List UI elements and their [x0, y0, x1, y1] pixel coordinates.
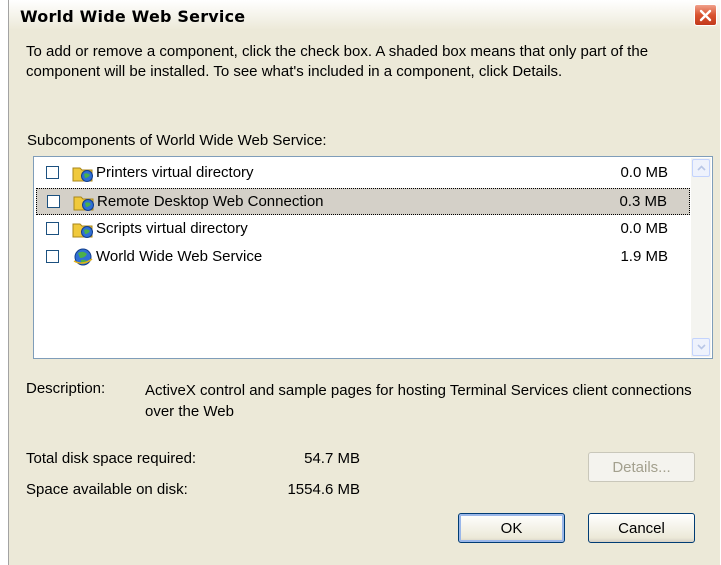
component-size: 0.0 MB: [620, 164, 668, 181]
component-checkbox[interactable]: [47, 195, 60, 208]
close-button[interactable]: [694, 4, 717, 26]
close-icon: [699, 9, 712, 21]
details-button[interactable]: Details...: [588, 452, 695, 482]
list-item[interactable]: Scripts virtual directory 0.0 MB: [36, 216, 690, 243]
folder-globe-icon: [73, 196, 94, 211]
chevron-up-icon: [696, 165, 706, 171]
folder-globe-icon: [72, 167, 93, 182]
list-item[interactable]: Printers virtual directory 0.0 MB: [36, 160, 690, 187]
folder-globe-icon: [72, 223, 93, 238]
component-label: Printers virtual directory: [96, 164, 254, 181]
component-checkbox[interactable]: [46, 250, 59, 263]
ok-button[interactable]: OK: [458, 513, 565, 543]
cancel-button[interactable]: Cancel: [588, 513, 695, 543]
globe-icon: [73, 248, 93, 266]
component-label: World Wide Web Service: [96, 248, 263, 265]
component-checkbox[interactable]: [46, 222, 59, 235]
list-item-selected[interactable]: Remote Desktop Web Connection 0.3 MB: [36, 188, 690, 215]
list-scrollbar[interactable]: [691, 158, 711, 357]
component-size: 0.0 MB: [620, 220, 668, 237]
scroll-up-button[interactable]: [692, 159, 710, 177]
required-space-label: Total disk space required:: [26, 450, 197, 467]
list-item[interactable]: World Wide Web Service 1.9 MB: [36, 244, 690, 271]
instructions-text: To add or remove a component, click the …: [26, 43, 649, 80]
window-title: World Wide Web Service: [20, 7, 246, 26]
description-label: Description:: [26, 380, 106, 397]
available-space-label: Space available on disk:: [26, 481, 188, 498]
component-label: Scripts virtual directory: [96, 220, 248, 237]
title-bar: World Wide Web Service: [9, 0, 720, 30]
subcomponents-label: Subcomponents of World Wide Web Service:: [27, 132, 327, 149]
dialog-window: World Wide Web Service To add or remove …: [8, 0, 720, 565]
component-size: 1.9 MB: [620, 248, 668, 265]
description-text: ActiveX control and sample pages for hos…: [145, 382, 692, 420]
chevron-down-icon: [696, 344, 706, 350]
subcomponents-list[interactable]: Printers virtual directory 0.0 MB Remote…: [33, 156, 713, 359]
component-size: 0.3 MB: [619, 193, 667, 210]
required-space-value: 54.7 MB: [304, 450, 360, 467]
scroll-down-button[interactable]: [692, 338, 710, 356]
component-label: Remote Desktop Web Connection: [97, 193, 324, 210]
available-space-value: 1554.6 MB: [287, 481, 360, 498]
component-checkbox[interactable]: [46, 166, 59, 179]
